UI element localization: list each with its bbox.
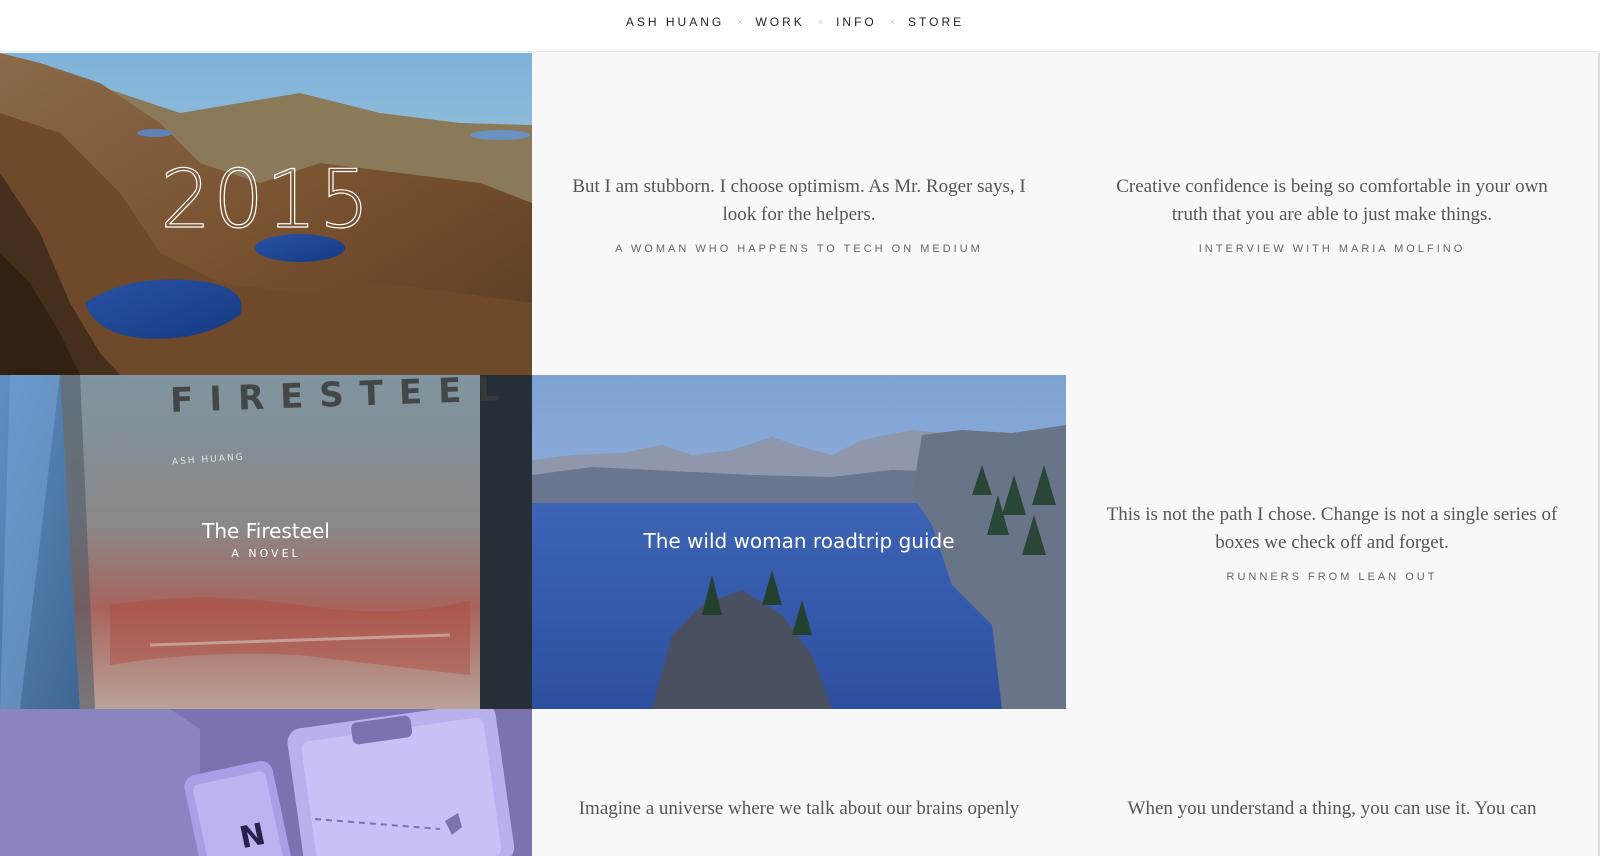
nav-link-work[interactable]: WORK	[755, 15, 804, 29]
quote-tile-optimism[interactable]: But I am stubborn. I choose optimism. As…	[532, 53, 1066, 375]
top-navigation: ASH HUANG × WORK × INFO × STORE	[0, 0, 1600, 52]
year-2015-tile[interactable]: 2015	[0, 53, 532, 375]
nav-separator: ×	[737, 16, 743, 27]
year-caption: 2015	[0, 152, 532, 246]
firesteel-book-tile[interactable]: FIRESTEEL ASH HUANG The Firesteel A NOVE…	[0, 375, 532, 709]
nav-list: ASH HUANG × WORK × INFO × STORE	[626, 15, 964, 29]
roadtrip-guide-tile[interactable]: The wild woman roadtrip guide	[532, 375, 1066, 709]
quote-tile-creative-confidence[interactable]: Creative confidence is being so comforta…	[1066, 53, 1598, 375]
quote-tile-understand[interactable]: When you understand a thing, you can use…	[1066, 709, 1598, 856]
nav-separator: ×	[889, 16, 896, 27]
book-subtitle: A NOVEL	[231, 547, 301, 560]
quote-text: Creative confidence is being so comforta…	[1116, 176, 1548, 225]
book-caption: The Firesteel A NOVEL	[0, 519, 532, 560]
quote-source: A WOMAN WHO HAPPENS TO TECH ON MEDIUM	[615, 243, 983, 255]
quote-text: But I am stubborn. I choose optimism. As…	[572, 176, 1026, 225]
phone-illustration	[0, 709, 515, 856]
nav-link-home[interactable]: ASH HUANG	[626, 15, 724, 29]
nav-link-store[interactable]: STORE	[908, 15, 964, 29]
work-grid: 2015 But I am stubborn. I choose optimis…	[0, 53, 1600, 856]
quote-text: Imagine a universe where we talk about o…	[578, 798, 1020, 819]
nav-link-info[interactable]: INFO	[836, 15, 877, 29]
nav-separator: ×	[817, 16, 824, 27]
roadtrip-title: The wild woman roadtrip guide	[643, 529, 955, 553]
quote-text: This is not the path I chose. Change is …	[1106, 504, 1558, 553]
year-label: 2015	[160, 152, 372, 246]
quote-source: INTERVIEW WITH MARIA MOLFINO	[1198, 243, 1466, 255]
quote-tile-not-the-path[interactable]: This is not the path I chose. Change is …	[1066, 375, 1598, 709]
app-illustration-tile[interactable]: N	[0, 709, 532, 856]
quote-text: When you understand a thing, you can use…	[1127, 798, 1537, 819]
book-title: The Firesteel	[202, 519, 330, 543]
quote-tile-brains[interactable]: Imagine a universe where we talk about o…	[532, 709, 1066, 856]
quote-source: RUNNERS FROM LEAN OUT	[1226, 571, 1438, 583]
